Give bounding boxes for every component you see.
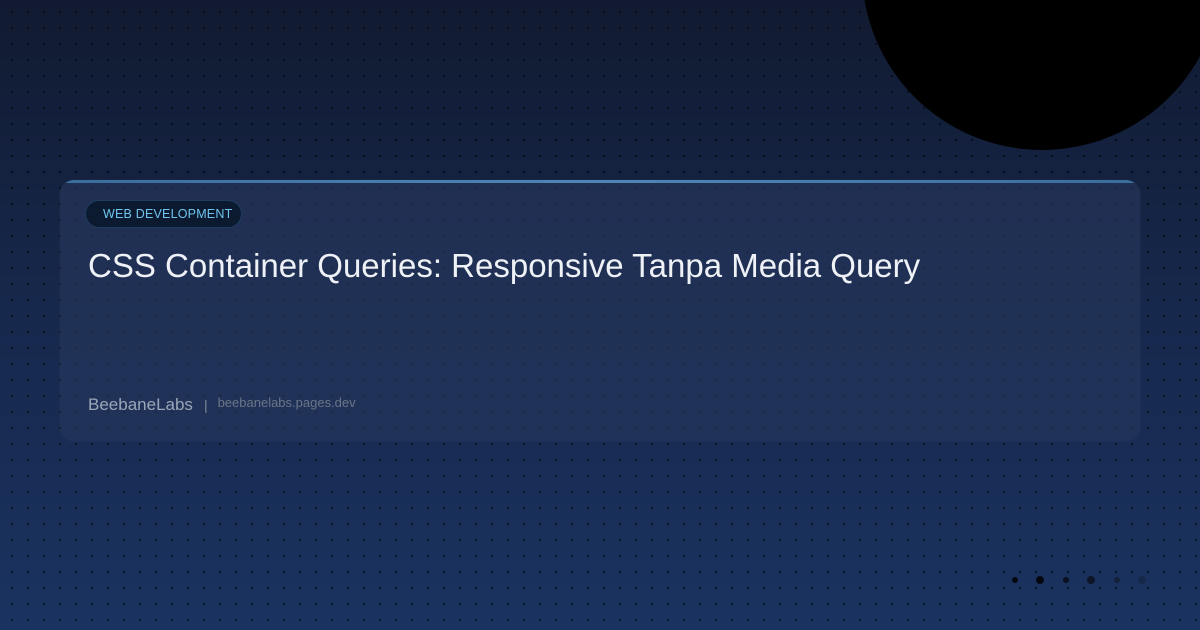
article-card: WEB DEVELOPMENT CSS Container Queries: R…	[60, 180, 1140, 441]
dot-icon	[1036, 576, 1044, 584]
site-url: beebanelabs.pages.dev	[217, 395, 356, 410]
dot-icon	[1063, 577, 1069, 583]
dot-icon	[1012, 577, 1018, 583]
footer-divider: |	[203, 397, 208, 413]
card-footer: BeebaneLabs | beebanelabs.pages.dev	[88, 395, 356, 415]
decorative-dots	[1008, 573, 1148, 587]
dot-icon	[1138, 576, 1146, 584]
article-title: CSS Container Queries: Responsive Tanpa …	[88, 247, 921, 284]
category-badge: WEB DEVELOPMENT	[85, 200, 243, 228]
dot-icon	[1114, 577, 1120, 583]
brand-name: BeebaneLabs	[88, 395, 193, 414]
decorative-circle	[862, 0, 1200, 150]
card-accent-line	[60, 180, 1140, 183]
dot-icon	[1087, 576, 1095, 584]
